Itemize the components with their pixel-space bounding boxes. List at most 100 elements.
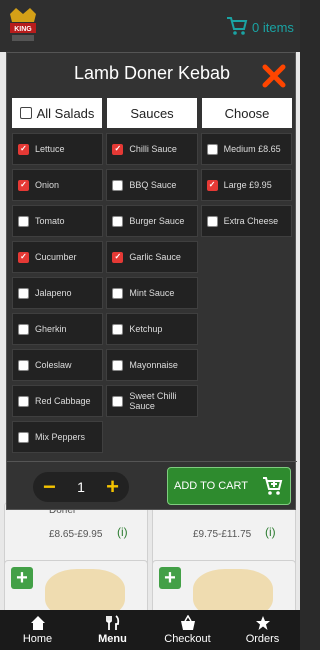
option-checkbox[interactable] (206, 179, 218, 191)
tab-sauces[interactable]: Sauces (107, 98, 197, 128)
tab-label: Sauces (130, 105, 174, 121)
option-item[interactable]: Sweet Chilli Sauce (106, 385, 198, 417)
add-item-plus-icon[interactable]: + (11, 567, 33, 589)
option-label: Extra Cheese (223, 216, 279, 226)
option-item[interactable]: Medium £8.65 (200, 133, 292, 165)
close-icon[interactable] (261, 63, 287, 89)
option-item[interactable]: BBQ Sauce (106, 169, 198, 201)
svg-text:KING: KING (14, 26, 32, 33)
options-columns: Lettuce Onion Tomato Cucumber Jalapeno Gherki… (12, 133, 292, 458)
basket-icon (180, 615, 195, 630)
option-checkbox[interactable] (112, 179, 124, 191)
option-checkbox[interactable] (18, 359, 29, 371)
option-checkbox[interactable] (18, 431, 29, 443)
info-icon[interactable]: (i) (117, 525, 128, 539)
modal-footer: − 1 + ADD TO CART (7, 461, 297, 511)
option-checkbox[interactable] (112, 359, 124, 371)
option-checkbox[interactable] (112, 395, 124, 407)
option-item[interactable]: Ketchup (106, 313, 198, 345)
sauces-column: Chilli Sauce BBQ Sauce Burger Sauce Garlic … (106, 133, 198, 458)
option-item[interactable]: Cucumber (12, 241, 104, 273)
option-checkbox[interactable] (112, 323, 124, 335)
option-item[interactable]: Mix Peppers (12, 421, 104, 453)
option-item[interactable]: Tomato (12, 205, 104, 237)
add-item-plus-icon[interactable]: + (159, 567, 181, 589)
menu-card-price: £9.75-£11.75 (193, 529, 252, 540)
nav-checkout[interactable]: Checkout (150, 610, 225, 650)
nav-label: Menu (98, 633, 127, 645)
info-icon[interactable]: (i) (265, 525, 276, 539)
option-item[interactable]: Lettuce (12, 133, 104, 165)
option-label: Burger Sauce (129, 216, 185, 226)
add-to-cart-label: ADD TO CART (174, 480, 248, 492)
option-item[interactable]: Mint Sauce (106, 277, 198, 309)
salads-column: Lettuce Onion Tomato Cucumber Jalapeno Gherki… (12, 133, 104, 458)
option-checkbox[interactable] (18, 323, 29, 335)
option-checkbox[interactable] (18, 179, 29, 191)
option-item[interactable]: Burger Sauce (106, 205, 198, 237)
option-label: Coleslaw (35, 360, 72, 370)
nav-menu[interactable]: Menu (75, 610, 150, 650)
cutlery-icon (105, 615, 119, 630)
option-checkbox[interactable] (18, 251, 29, 263)
option-item[interactable]: Mayonnaise (106, 349, 198, 381)
decrease-quantity-button[interactable]: − (43, 476, 56, 498)
nav-home[interactable]: Home (0, 610, 75, 650)
option-checkbox[interactable] (112, 251, 124, 263)
option-label: Large £9.95 (223, 180, 272, 190)
star-icon (255, 616, 270, 630)
option-item[interactable]: Chilli Sauce (106, 133, 198, 165)
add-cart-icon (262, 477, 283, 495)
tab-all-salads[interactable]: All Salads (12, 98, 102, 128)
option-label: Mayonnaise (129, 360, 178, 370)
nav-label: Checkout (164, 633, 211, 645)
option-label: Gherkin (35, 324, 67, 334)
option-label: Sweet Chilli Sauce (129, 391, 177, 411)
option-item[interactable]: Onion (12, 169, 104, 201)
item-options-modal: Lamb Doner Kebab All Salads Sauces Choos… (6, 52, 297, 511)
increase-quantity-button[interactable]: + (106, 476, 119, 498)
brand-logo: KING (10, 8, 36, 41)
option-group-tabs: All Salads Sauces Choose (12, 98, 292, 128)
nav-label: Home (22, 633, 53, 645)
cart-icon[interactable] (226, 16, 248, 36)
nav-label: Orders (245, 633, 280, 645)
option-checkbox[interactable] (112, 215, 124, 227)
modal-title: Lamb Doner Kebab (73, 63, 231, 83)
tab-label: Choose (224, 105, 270, 121)
option-label: Cucumber (35, 252, 77, 262)
nav-orders[interactable]: Orders (225, 610, 300, 650)
option-label: Garlic Sauce (129, 252, 181, 262)
option-label: Chilli Sauce (129, 144, 177, 154)
option-label: Red Cabbage (35, 396, 91, 406)
option-label: Mint Sauce (129, 288, 175, 298)
option-item[interactable]: Jalapeno (12, 277, 104, 309)
option-item[interactable]: Gherkin (12, 313, 104, 345)
option-item[interactable]: Large £9.95 (200, 169, 292, 201)
option-checkbox[interactable] (18, 215, 29, 227)
option-checkbox[interactable] (18, 287, 29, 299)
option-item[interactable]: Red Cabbage (12, 385, 104, 417)
cart-count[interactable]: 0 items (252, 20, 294, 35)
option-label: Tomato (35, 216, 65, 226)
add-to-cart-button[interactable]: ADD TO CART (167, 467, 291, 505)
option-item[interactable]: Garlic Sauce (106, 241, 198, 273)
tab-choose[interactable]: Choose (202, 98, 292, 128)
option-item[interactable]: Coleslaw (12, 349, 104, 381)
quantity-value: 1 (77, 479, 85, 495)
option-checkbox[interactable] (206, 215, 218, 227)
option-item[interactable]: Extra Cheese (200, 205, 292, 237)
option-checkbox[interactable] (206, 143, 218, 155)
quantity-stepper: − 1 + (33, 472, 129, 502)
tab-label: All Salads (36, 105, 95, 121)
option-checkbox[interactable] (112, 287, 124, 299)
option-checkbox[interactable] (112, 143, 124, 155)
option-label: Ketchup (129, 324, 163, 334)
select-all-checkbox[interactable] (19, 107, 32, 119)
option-label: Lettuce (35, 144, 65, 154)
option-checkbox[interactable] (18, 143, 29, 155)
option-checkbox[interactable] (18, 395, 29, 407)
option-label: Onion (35, 180, 60, 190)
option-label: Medium £8.65 (223, 144, 281, 154)
home-icon (30, 616, 45, 630)
